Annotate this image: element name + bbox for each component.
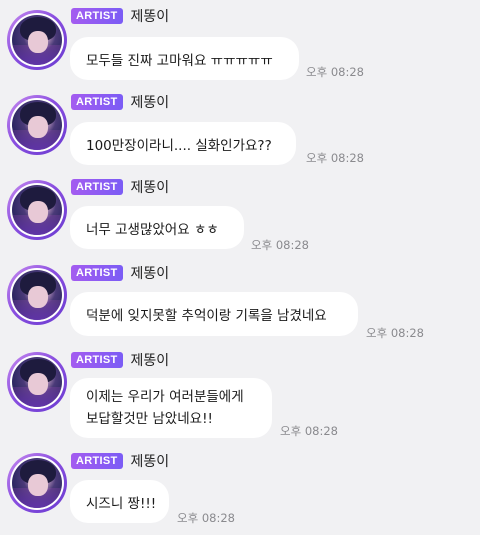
avatar[interactable]	[7, 453, 67, 513]
artist-badge: ARTIST	[71, 8, 123, 24]
message-timestamp: 오후 08:28	[306, 151, 364, 165]
sender-name: 제똥이	[130, 95, 170, 111]
avatar[interactable]	[7, 180, 67, 240]
sender-row: ARTIST 제똥이	[71, 264, 169, 282]
message-timestamp: 오후 08:28	[280, 424, 338, 438]
avatar-photo	[12, 185, 62, 235]
message-timestamp: 오후 08:28	[177, 511, 235, 525]
message-bubble[interactable]: 시즈니 짱!!!	[70, 480, 169, 523]
artist-badge: ARTIST	[71, 265, 123, 281]
avatar[interactable]	[7, 95, 67, 155]
message-bubble[interactable]: 너무 고생많았어요 ㅎㅎ	[70, 206, 244, 249]
message-bubble[interactable]: 이제는 우리가 여러분들에게 보답할것만 남았네요!!	[70, 378, 272, 438]
sender-name: 제똥이	[130, 9, 170, 25]
avatar-photo	[12, 357, 62, 407]
message-timestamp: 오후 08:28	[251, 238, 309, 252]
sender-name: 제똥이	[130, 266, 170, 282]
chat-message-list: ARTIST 제똥이 모두들 진짜 고마워요 ㅠㅠㅠㅠㅠ 오후 08:28 AR…	[0, 0, 480, 535]
sender-name: 제똥이	[130, 454, 170, 470]
message-bubble[interactable]: 덕분에 잊지못할 추억이랑 기록을 남겼네요	[70, 292, 358, 336]
message-text-line-1: 이제는 우리가 여러분들에게	[86, 389, 244, 405]
message-timestamp: 오후 08:28	[306, 65, 364, 79]
message-text-line-2: 보답할것만 남았네요!!	[86, 411, 213, 427]
message-timestamp: 오후 08:28	[366, 326, 424, 340]
avatar-photo	[12, 100, 62, 150]
avatar-photo	[12, 458, 62, 508]
message-text: 모두들 진짜 고마워요 ㅠㅠㅠㅠㅠ	[86, 52, 273, 69]
artist-badge: ARTIST	[71, 179, 123, 195]
sender-name: 제똥이	[130, 180, 170, 196]
artist-badge: ARTIST	[71, 453, 123, 469]
avatar-photo	[12, 15, 62, 65]
avatar[interactable]	[7, 265, 67, 325]
sender-name: 제똥이	[130, 353, 170, 369]
sender-row: ARTIST 제똥이	[71, 351, 169, 369]
message-bubble[interactable]: 100만장이라니.... 실화인가요??	[70, 122, 296, 165]
message-bubble[interactable]: 모두들 진짜 고마워요 ㅠㅠㅠㅠㅠ	[70, 37, 299, 80]
message-text: 너무 고생많았어요 ㅎㅎ	[86, 221, 219, 238]
sender-row: ARTIST 제똥이	[71, 93, 169, 111]
artist-badge: ARTIST	[71, 94, 123, 110]
sender-row: ARTIST 제똥이	[71, 178, 169, 196]
message-text: 덕분에 잊지못할 추억이랑 기록을 남겼네요	[86, 308, 327, 324]
artist-badge: ARTIST	[71, 352, 123, 368]
sender-row: ARTIST 제똥이	[71, 452, 169, 470]
avatar[interactable]	[7, 10, 67, 70]
message-text: 시즈니 짱!!!	[86, 495, 157, 512]
sender-row: ARTIST 제똥이	[71, 7, 169, 25]
avatar-photo	[12, 270, 62, 320]
message-text: 100만장이라니.... 실화인가요??	[86, 137, 272, 154]
avatar[interactable]	[7, 352, 67, 412]
